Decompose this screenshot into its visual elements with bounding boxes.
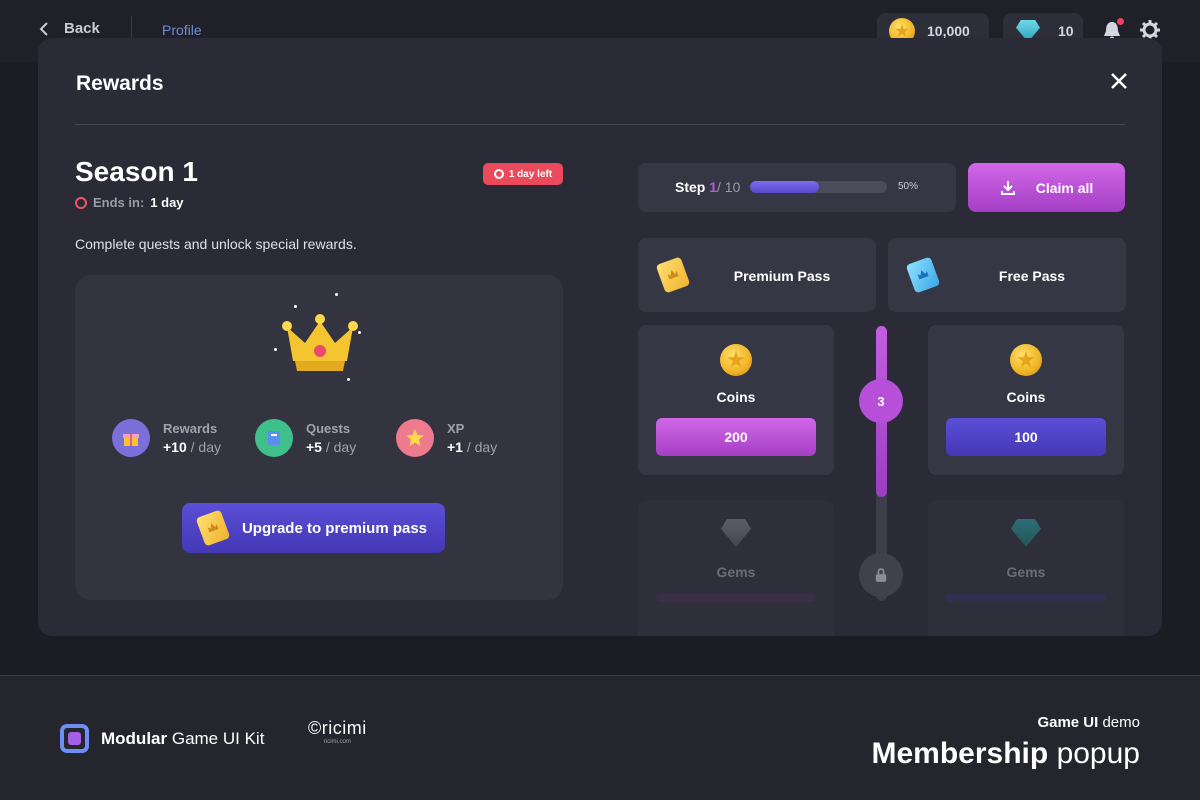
premium-pass-header: Premium Pass [638,238,876,312]
gem-icon [721,519,751,547]
kit-logo-icon [60,724,89,753]
stat-rewards: Rewards +10 / day [112,419,221,457]
reward-name: Gems [716,564,756,580]
free-reward-card: Coins 100 [928,325,1124,475]
ticket-icon [195,509,231,547]
progress-percent: 50% [898,181,919,192]
kit-brand: Modular Game UI Kit [60,724,264,753]
close-icon[interactable] [1110,72,1128,90]
stat-unit: / day [466,439,498,455]
upgrade-premium-button[interactable]: Upgrade to premium pass [182,503,445,553]
back-button[interactable]: Back [38,20,100,37]
stat-value: +1 [447,439,463,455]
modal-title: Rewards [76,72,164,95]
download-icon [1000,180,1015,195]
timer-icon [493,169,504,179]
title-bold: Membership [871,737,1049,770]
stat-quests: Quests +5 / day [255,419,356,457]
reward-name: Coins [1006,389,1046,405]
progress-bar [750,181,887,193]
ricimi-logo: ©ricimi ricimi.com [308,718,367,745]
claim-label: Claim all [1035,179,1094,196]
reward-name: Coins [716,389,756,405]
claim-free-reward-button[interactable]: 100 [946,418,1106,456]
rewards-modal: Rewards Season 1 Ends in: 1 day 1 day le… [38,38,1162,636]
free-pass-header: Free Pass [888,238,1126,312]
claim-all-button[interactable]: Claim all [968,163,1125,212]
stat-unit: / day [190,439,221,455]
upgrade-label: Upgrade to premium pass [241,519,428,537]
locked-reward-button [656,594,816,602]
locked-reward-button [946,594,1106,602]
stat-label: Rewards [163,421,218,436]
chevron-left-icon [39,21,48,36]
stat-label: XP [447,421,465,436]
step-text: Step [675,179,706,195]
claim-premium-reward-button[interactable]: 200 [656,418,816,456]
sparkle [347,378,350,381]
clock-icon [75,196,87,209]
step-progress: Step 1/ 10 50% [638,163,956,212]
sparkle [335,293,338,296]
season-description: Complete quests and unlock special rewar… [75,236,357,252]
demo-rest: demo [1102,714,1140,731]
lock-icon [875,568,887,582]
gift-icon [112,419,150,457]
season-ends: Ends in: 1 day [75,195,184,210]
stat-value: +5 [306,439,322,455]
step-current: 1 [709,179,718,195]
ends-label: Ends in: [93,195,145,210]
current-step-node[interactable]: 3 [859,379,903,423]
book-icon [255,419,293,457]
stat-unit: / day [325,439,357,455]
stat-xp: XP +1 / day [396,419,497,457]
gear-icon[interactable] [1140,20,1160,40]
gem-icon [1011,519,1041,547]
premium-reward-card: Coins 200 [638,325,834,475]
back-label: Back [64,20,100,37]
badge-label: 1 day left [508,168,553,180]
ends-value: 1 day [150,195,184,210]
season-title: Season 1 [75,156,198,187]
coins-value: 10,000 [927,23,970,39]
free-pass-label: Free Pass [998,268,1066,284]
demo-title: Game UI demo Membership popup [872,714,1141,771]
kit-rest: Game UI Kit [171,728,265,748]
kit-bold: Modular [101,728,168,748]
gems-value: 10 [1058,23,1074,39]
premium-pass-label: Premium Pass [733,268,831,284]
title-rest: popup [1056,737,1140,770]
coin-icon [1010,344,1042,376]
stat-label: Quests [306,421,351,436]
premium-locked-reward-card: Gems [638,500,834,636]
demo-bold: Game UI [1037,714,1099,731]
step-label: Step 1/ 10 [675,179,740,195]
time-left-badge: 1 day left [483,163,563,185]
stat-value: +10 [163,439,187,455]
progress-fill [750,181,819,193]
ricimi-word: ©ricimi [308,718,367,738]
modal-divider [75,124,1125,125]
sparkle [294,305,297,308]
footer: Modular Game UI Kit ©ricimi ricimi.com G… [0,675,1200,800]
locked-step-node [859,553,903,597]
step-total: / 10 [717,179,741,195]
star-icon [396,419,434,457]
ricimi-url: ricimi.com [323,739,351,745]
sparkle [274,348,277,351]
notification-dot [1117,18,1124,25]
premium-pass-panel: Rewards +10 / day Quests +5 / day XP +1 … [75,275,563,600]
profile-link[interactable]: Profile [162,22,202,38]
reward-name: Gems [1006,564,1046,580]
crown-icon [275,299,365,389]
coin-icon [720,344,752,376]
sparkle [358,331,361,334]
free-locked-reward-card: Gems [928,500,1124,636]
